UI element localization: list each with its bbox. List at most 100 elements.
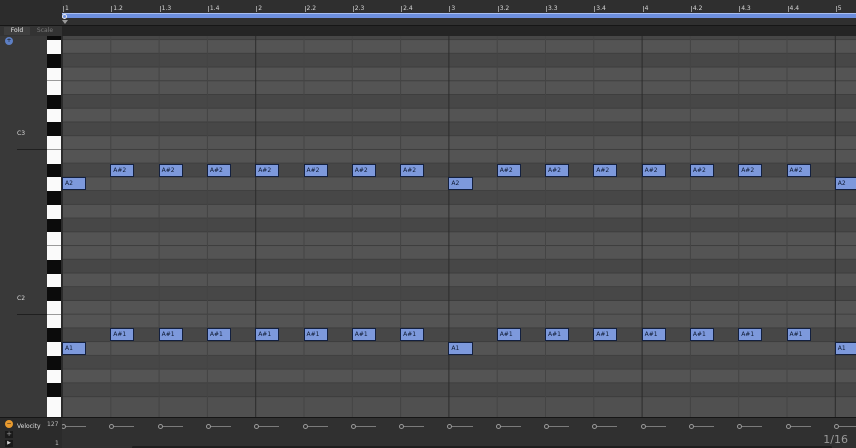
- black-key[interactable]: [47, 36, 61, 41]
- expand-plus-icon[interactable]: +: [5, 37, 13, 45]
- velocity-handle[interactable]: [447, 424, 453, 429]
- midi-note[interactable]: A#1: [351, 328, 376, 342]
- midi-note[interactable]: A1: [834, 342, 856, 356]
- velocity-handle[interactable]: [592, 424, 598, 429]
- midi-note[interactable]: A#1: [303, 328, 328, 342]
- midi-note[interactable]: A#2: [545, 163, 570, 177]
- note-grid[interactable]: A2 A#2 A#2 A#2 A#2 A#2 A#2 A#2 A2 A#2 A#2 A#2 A#2 A#2…: [62, 36, 856, 417]
- midi-note[interactable]: A#2: [110, 163, 135, 177]
- black-key[interactable]: [47, 163, 61, 178]
- velocity-max-label: 127: [47, 421, 59, 428]
- velocity-handle[interactable]: [640, 424, 646, 429]
- row-line: [62, 39, 856, 41]
- black-key[interactable]: [47, 328, 61, 343]
- midi-note[interactable]: A#2: [158, 163, 183, 177]
- midi-note[interactable]: A#2: [255, 163, 280, 177]
- play-icon[interactable]: ▶: [5, 440, 13, 447]
- ruler-tick: [159, 6, 161, 12]
- row-line: [62, 299, 856, 301]
- velocity-handle[interactable]: [157, 424, 163, 429]
- scale-button[interactable]: Scale: [32, 27, 58, 35]
- velocity-handle[interactable]: [205, 424, 211, 429]
- velocity-handle[interactable]: [254, 424, 260, 429]
- row-line: [62, 203, 856, 205]
- velocity-handle[interactable]: [350, 424, 356, 429]
- midi-note[interactable]: A#1: [255, 328, 280, 342]
- midi-note[interactable]: A#2: [400, 163, 425, 177]
- row-line: [62, 286, 856, 288]
- grid-lines: [62, 36, 856, 417]
- ruler-label: 2.4: [403, 5, 413, 12]
- midi-note[interactable]: A#1: [400, 328, 425, 342]
- velocity-handle[interactable]: [62, 424, 66, 429]
- ruler-label: 3.3: [548, 5, 558, 12]
- midi-note[interactable]: A#1: [786, 328, 811, 342]
- black-key[interactable]: [47, 191, 61, 205]
- black-key[interactable]: [47, 53, 61, 68]
- lane-add-icon[interactable]: +: [5, 431, 13, 438]
- fold-button[interactable]: Fold: [4, 27, 30, 35]
- pitch-row: [62, 259, 856, 274]
- piano-keyboard[interactable]: [47, 36, 61, 417]
- ruler-tick: [449, 6, 451, 12]
- velocity-handle[interactable]: [737, 424, 743, 429]
- velocity-handle[interactable]: [688, 424, 694, 429]
- beat-line: [545, 36, 546, 417]
- loop-start-marker[interactable]: [62, 14, 67, 19]
- ruler-tick: [690, 6, 692, 12]
- midi-note[interactable]: A#1: [110, 328, 135, 342]
- grid-resolution-readout[interactable]: 1/16: [823, 433, 848, 446]
- midi-note[interactable]: A1: [62, 342, 87, 356]
- midi-note[interactable]: A2: [834, 177, 856, 191]
- midi-note[interactable]: A#1: [496, 328, 521, 342]
- beat-ruler[interactable]: 1 1.2 1.3 1.4 2 2.2 2.3 2.4 3 3.2 3.3 3.4 4 4.2 4.3 4.4…: [62, 0, 856, 26]
- row-line: [62, 382, 856, 384]
- midi-note[interactable]: A#1: [593, 328, 618, 342]
- midi-note[interactable]: A2: [448, 177, 473, 191]
- midi-note[interactable]: A#2: [351, 163, 376, 177]
- velocity-handle[interactable]: [495, 424, 501, 429]
- midi-note[interactable]: A#2: [689, 163, 715, 177]
- pitch-row: [62, 287, 856, 301]
- midi-note[interactable]: A#1: [158, 328, 183, 342]
- midi-note[interactable]: A#2: [303, 163, 328, 177]
- midi-note[interactable]: A#2: [738, 163, 763, 177]
- black-key[interactable]: [47, 287, 61, 301]
- black-key[interactable]: [47, 259, 61, 274]
- velocity-handle[interactable]: [109, 424, 115, 429]
- midi-note[interactable]: A#1: [545, 328, 570, 342]
- velocity-handle[interactable]: [833, 424, 839, 429]
- pitch-row: [62, 53, 856, 68]
- midi-note[interactable]: A#2: [496, 163, 521, 177]
- row-line: [62, 368, 856, 370]
- row-line: [62, 272, 856, 274]
- midi-note[interactable]: A#2: [206, 163, 232, 177]
- black-key[interactable]: [47, 218, 61, 233]
- midi-note[interactable]: A#1: [738, 328, 763, 342]
- pitch-row: [62, 314, 856, 329]
- midi-note[interactable]: A2: [62, 177, 87, 191]
- midi-note[interactable]: A#1: [206, 328, 232, 342]
- velocity-handle[interactable]: [544, 424, 549, 429]
- black-key[interactable]: [47, 355, 61, 370]
- midi-note[interactable]: A#1: [689, 328, 715, 342]
- loop-brace[interactable]: [62, 13, 856, 18]
- velocity-handle[interactable]: [785, 424, 791, 429]
- collapse-minus-icon[interactable]: −: [5, 420, 13, 428]
- velocity-handle[interactable]: [399, 424, 405, 429]
- midi-note[interactable]: A1: [448, 342, 473, 356]
- row-line: [62, 258, 856, 260]
- black-key[interactable]: [47, 383, 61, 398]
- row-line: [62, 52, 856, 54]
- velocity-handle[interactable]: [302, 424, 308, 429]
- midi-note[interactable]: A#2: [641, 163, 666, 177]
- midi-note[interactable]: A#1: [641, 328, 666, 342]
- velocity-lane[interactable]: 1/16: [62, 417, 856, 448]
- ruler-strip: [62, 26, 856, 36]
- black-key[interactable]: [47, 95, 61, 109]
- midi-note[interactable]: A#2: [786, 163, 811, 177]
- ruler-label: 3: [451, 5, 456, 12]
- black-key[interactable]: [47, 122, 61, 137]
- midi-note[interactable]: A#2: [593, 163, 618, 177]
- start-marker-icon[interactable]: [62, 20, 68, 24]
